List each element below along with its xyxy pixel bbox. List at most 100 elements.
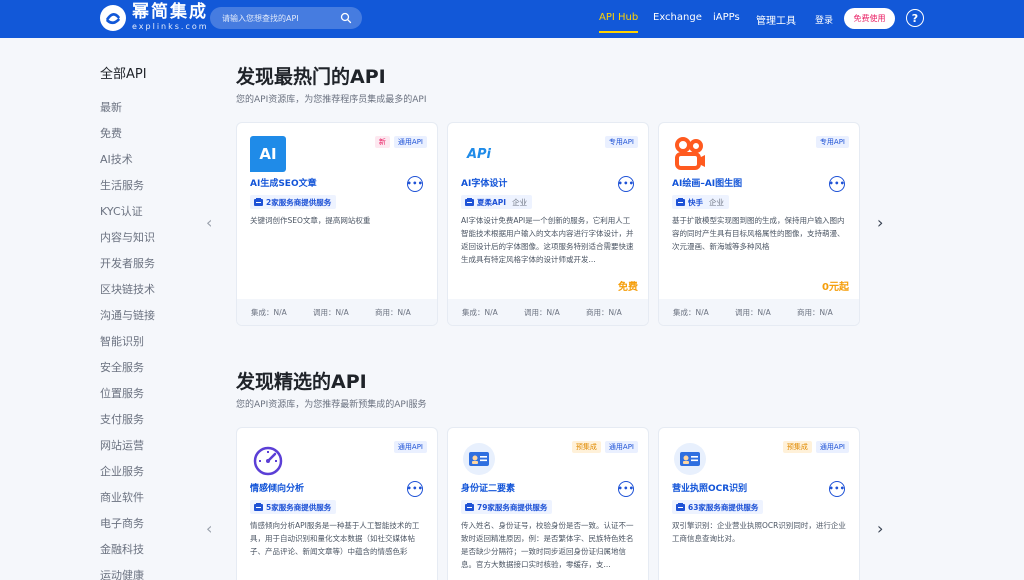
sidebar-item[interactable]: 开发者服务 bbox=[100, 255, 155, 271]
usage-stats: 集成：N/A 调用：N/A 商用：N/A bbox=[659, 299, 859, 325]
sidebar-item[interactable]: 安全服务 bbox=[100, 359, 144, 375]
provider-badge[interactable]: 79家服务商提供服务 bbox=[461, 500, 553, 514]
enterprise-label: 企业 bbox=[709, 197, 724, 207]
id-card-icon bbox=[461, 441, 497, 477]
api-card[interactable]: 新通用API AI AI生成SEO文章 ••• 2家服务商提供服务 关键词创作SEO文章，… bbox=[236, 122, 438, 326]
api-name[interactable]: 情感倾向分析 bbox=[250, 481, 304, 494]
api-tag: 通用API bbox=[393, 441, 427, 454]
nav-api-hub[interactable]: API Hub bbox=[599, 12, 639, 33]
sidebar-item[interactable]: KYC认证 bbox=[100, 203, 143, 219]
usage-stats: 集成：N/A 调用：N/A 商用：N/A bbox=[448, 299, 648, 325]
sidebar-item[interactable]: 金融科技 bbox=[100, 541, 144, 557]
sidebar-item[interactable]: 商业软件 bbox=[100, 489, 144, 505]
provider-icon bbox=[465, 198, 474, 206]
api-tag: 专用API bbox=[604, 136, 638, 149]
sidebar-item[interactable]: 智能识别 bbox=[100, 333, 144, 349]
nav-management-tools[interactable]: 管理工具 bbox=[756, 12, 796, 27]
api-card[interactable]: 专用API APi AI字体设计 ••• 夏柔API 企业 AI字体设计免费API是一个创新… bbox=[447, 122, 649, 326]
provider-badge[interactable]: 63家服务商提供服务 bbox=[672, 500, 764, 514]
more-options-icon[interactable]: ••• bbox=[618, 481, 634, 497]
api-card[interactable]: 预集成 通用API 营业执照OCR识别 ••• 63家服务商提供服务 双引擎识别：企业营业… bbox=[658, 427, 860, 580]
sidebar-item[interactable]: 内容与知识 bbox=[100, 229, 155, 245]
api-description: 基于扩散模型实现图到图的生成，保持用户输入图内容的同时产生具有目标风格属性的图像… bbox=[672, 216, 845, 251]
stat-item: 集成：N/A bbox=[462, 307, 498, 317]
stat-item: 商用：N/A bbox=[586, 307, 622, 317]
provider-label: 79家服务商提供服务 bbox=[477, 502, 548, 512]
api-description: 双引擎识别：企业营业执照OCR识别同时，进行企业工商信息查询比对。 bbox=[672, 521, 846, 543]
more-options-icon[interactable]: ••• bbox=[407, 481, 423, 497]
sidebar-item[interactable]: 免费 bbox=[100, 125, 122, 141]
gauge-icon bbox=[250, 441, 286, 477]
login-link[interactable]: 登录 bbox=[815, 13, 833, 26]
enterprise-label: 企业 bbox=[512, 197, 528, 207]
provider-badge[interactable]: 2家服务商提供服务 bbox=[250, 195, 337, 209]
provider-badge[interactable]: 快手 企业 bbox=[672, 195, 729, 209]
provider-badge[interactable]: 夏柔API 企业 bbox=[461, 195, 533, 209]
sidebar-item[interactable]: 网站运营 bbox=[100, 437, 144, 453]
sidebar-item[interactable]: 最新 bbox=[100, 99, 122, 115]
api-tag: 通用API bbox=[604, 441, 638, 454]
api-name[interactable]: AI字体设计 bbox=[461, 176, 507, 189]
api-tag: 专用API bbox=[815, 136, 849, 149]
api-card[interactable]: 专用API AI绘画–AI图生图 ••• 快手 企业基于扩散模型实现图到图的生成，保持用… bbox=[658, 122, 860, 326]
provider-icon bbox=[676, 198, 685, 206]
provider-icon bbox=[254, 198, 263, 206]
api-card[interactable]: 通用API 情感倾向分析 ••• 5家服务商提供服务情感倾向分析API服务是一种基于人… bbox=[236, 427, 438, 580]
stat-item: 商用：N/A bbox=[797, 307, 833, 317]
sidebar-item[interactable]: 位置服务 bbox=[100, 385, 144, 401]
price-label: 0元起 bbox=[822, 282, 849, 293]
api-description: 情感倾向分析API服务是一种基于人工智能技术的工具，用于自动识别和量化文本数据（… bbox=[250, 521, 420, 556]
sidebar-item[interactable]: 生活服务 bbox=[100, 177, 144, 193]
provider-label: 2家服务商提供服务 bbox=[266, 197, 332, 207]
sidebar-item[interactable]: 电子商务 bbox=[100, 515, 144, 531]
section-subtitle-hot: 您的API资源库，为您推荐程序员集成最多的API bbox=[236, 95, 427, 105]
api-name[interactable]: 营业执照OCR识别 bbox=[672, 481, 747, 494]
api-tag: 新 bbox=[374, 136, 390, 149]
sidebar-item[interactable]: AI技术 bbox=[100, 151, 133, 167]
carousel-next-arrow-hot[interactable]: › bbox=[877, 215, 891, 231]
stat-item: 调用：N/A bbox=[524, 307, 560, 317]
api-name[interactable]: AI生成SEO文章 bbox=[250, 176, 317, 189]
free-use-button[interactable]: 免费使用 bbox=[844, 8, 895, 29]
sidebar-item[interactable]: 区块链技术 bbox=[100, 281, 155, 297]
section-title-featured: 发现精选的API bbox=[236, 371, 367, 393]
usage-stats: 集成：N/A 调用：N/A 商用：N/A bbox=[237, 299, 437, 325]
carousel-next-arrow-featured[interactable]: › bbox=[877, 521, 891, 537]
more-options-icon[interactable]: ••• bbox=[407, 176, 423, 192]
sidebar-item[interactable]: 支付服务 bbox=[100, 411, 144, 427]
help-icon[interactable]: ? bbox=[906, 9, 924, 27]
api-logo-icon: APi bbox=[466, 146, 492, 162]
more-options-icon[interactable]: ••• bbox=[829, 481, 845, 497]
sidebar-title[interactable]: 全部API bbox=[100, 63, 147, 82]
api-description: 传入姓名、身份证号，校验身份是否一致。认证不一致时返回精准原因，例：是否繁体字、… bbox=[461, 521, 634, 569]
api-name[interactable]: 身份证二要素 bbox=[461, 481, 515, 494]
api-tag: 预集成 bbox=[782, 441, 812, 454]
stat-item: 调用：N/A bbox=[313, 307, 349, 317]
carousel-prev-arrow-featured[interactable]: ‹ bbox=[206, 521, 220, 537]
id-card-icon bbox=[672, 441, 708, 477]
stat-item: 调用：N/A bbox=[735, 307, 771, 317]
api-card[interactable]: 预集成 通用API 身份证二要素 ••• 79家服务商提供服务 传入姓名、身份证号，校验身… bbox=[447, 427, 649, 580]
more-options-icon[interactable]: ••• bbox=[829, 176, 845, 192]
provider-badge[interactable]: 5家服务商提供服务 bbox=[250, 500, 337, 514]
provider-icon bbox=[676, 503, 685, 511]
api-name[interactable]: AI绘画–AI图生图 bbox=[672, 176, 742, 189]
sidebar-item[interactable]: 运动健康 bbox=[100, 567, 144, 580]
api-description: 关键词创作SEO文章，提高网站权重 bbox=[250, 216, 371, 225]
provider-icon bbox=[254, 503, 263, 511]
site-logo[interactable]: 幂简集成 explinks.com bbox=[100, 4, 209, 31]
ai-logo-icon: AI bbox=[250, 136, 286, 172]
sidebar-item[interactable]: 沟通与链接 bbox=[100, 307, 155, 323]
stat-item: 集成：N/A bbox=[251, 307, 287, 317]
nav-iapps[interactable]: iAPPs bbox=[713, 12, 740, 23]
logo-domain: explinks.com bbox=[132, 22, 209, 31]
provider-label: 夏柔API bbox=[477, 197, 507, 207]
sidebar-item[interactable]: 企业服务 bbox=[100, 463, 144, 479]
search-input[interactable] bbox=[222, 13, 340, 23]
stat-item: 商用：N/A bbox=[375, 307, 411, 317]
carousel-prev-arrow-hot[interactable]: ‹ bbox=[206, 215, 220, 231]
nav-exchange[interactable]: Exchange bbox=[653, 12, 702, 23]
top-navigation-bar: 幂简集成 explinks.com API Hub Exchange iAPPs… bbox=[0, 0, 1024, 38]
search-icon[interactable] bbox=[340, 12, 352, 24]
more-options-icon[interactable]: ••• bbox=[618, 176, 634, 192]
